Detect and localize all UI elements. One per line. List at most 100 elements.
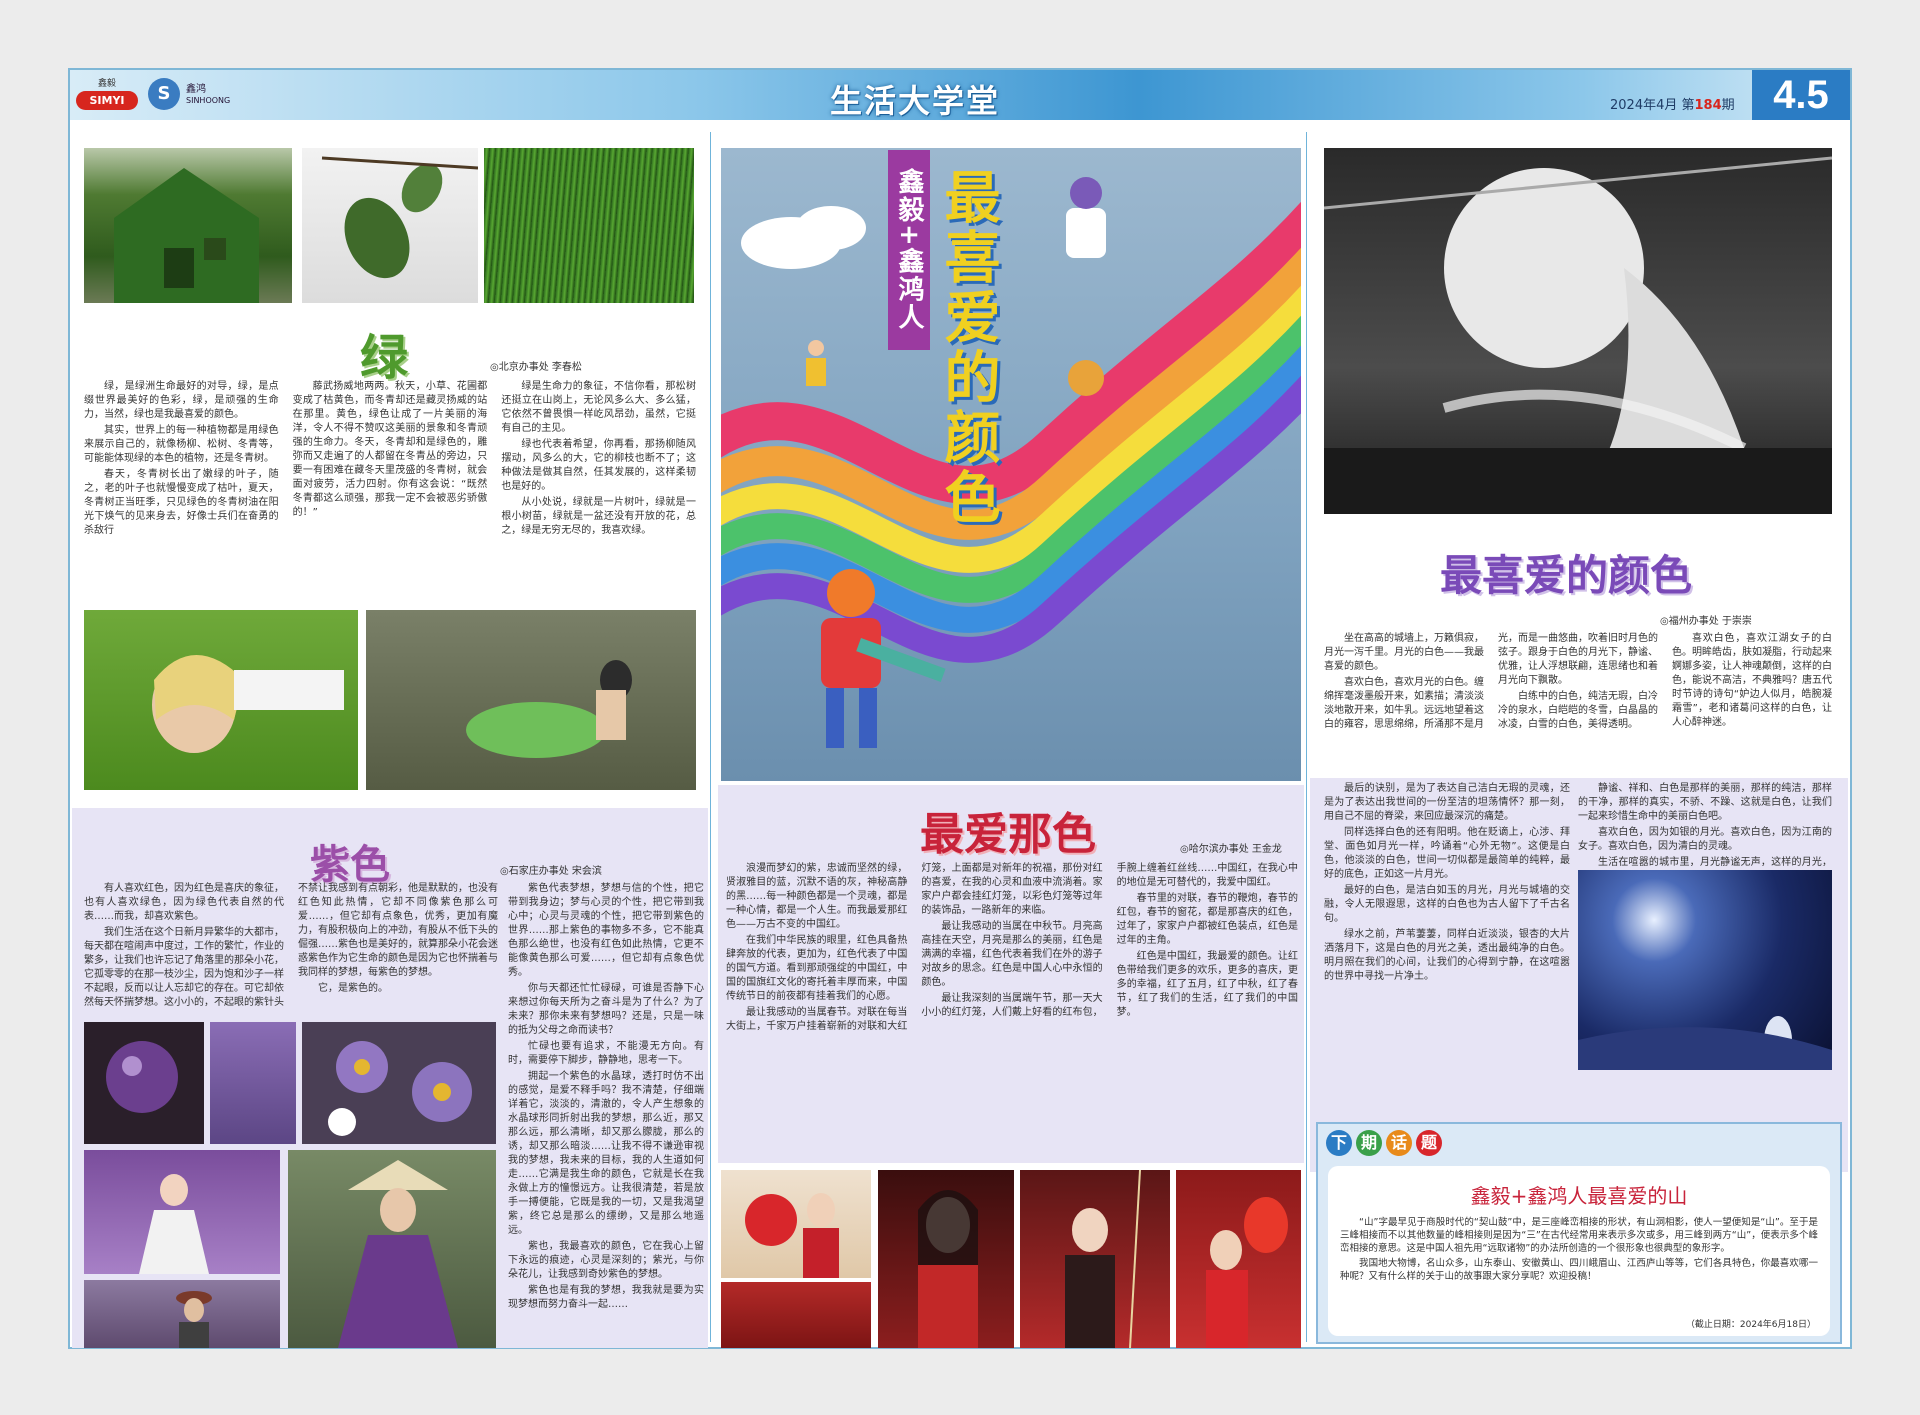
byline-red: ◎哈尔滨办事处 王金龙 <box>1180 840 1282 855</box>
section-title: 生活大学堂 <box>830 82 1001 120</box>
issue-info: 2024年4月 第184期 <box>1610 94 1735 113</box>
next-topic-char: 题 <box>1416 1130 1442 1156</box>
paragraph: 浪漫而梦幻的紫，忠诚而坚然的绿，贤淑雅目的蓝，沉默不语的灰，神秘高静的黑……每一… <box>726 863 908 930</box>
byline-red-author: 王金龙 <box>1251 844 1282 855</box>
article-title-moon: 最喜爱的颜色 <box>1440 551 1693 600</box>
paragraph: 绿水之前，芦苇萋萋，同样白近淡淡，银杏的大片洒落月下，这是白色的月光之美，透出最… <box>1324 929 1570 982</box>
paragraph: 藤武扬威地两两。秋天，小草、花圃都变成了枯黄色，而冬青却还是藏灵扬威的站在那里。… <box>292 381 488 518</box>
paragraph: 绿是生命力的象征，不信你看，那松树还挺立在山岗上，无论风多么大、多么猛，它依然不… <box>501 381 696 434</box>
woman-red-bamboo-photo <box>1020 1170 1170 1348</box>
paragraph: 有人喜欢红色，因为红色是喜庆的象征，也有人喜欢绿色，因为绿色代表自然的代表……而… <box>84 883 284 922</box>
byline-moon-author: 于崇崇 <box>1721 616 1752 627</box>
next-topic-char: 下 <box>1326 1130 1352 1156</box>
paragraph: 春节里的对联，春节的鞭炮，春节的红包，春节的窗花，都是那喜庆的红色，过年了，家家… <box>1116 893 1298 946</box>
masthead: 鑫毅 SIMYI S 鑫鸿 SINHOONG 生活大学堂 2024年4月 第18… <box>70 70 1850 120</box>
next-topic-label: 下 期 话 题 <box>1326 1130 1442 1156</box>
next-topic-char: 期 <box>1356 1130 1382 1156</box>
feature-rainbow-illustration <box>721 148 1301 781</box>
woman-lavender-field-photo <box>84 1150 280 1274</box>
grass-photo <box>484 148 694 303</box>
issue-date: 2024年4月 <box>1610 98 1678 113</box>
article-body-purple-top: 有人喜欢红色，因为红色是喜庆的象征，也有人喜欢绿色，因为绿色代表自然的代表……而… <box>84 882 498 1012</box>
byline-green-office: ◎北京办事处 <box>490 362 549 373</box>
paragraph: 静谧、祥和、白色是那样的美丽，那样的纯洁，那样的干净，那样的真实，不骄、不躁、这… <box>1578 783 1832 822</box>
article-body-moon-right: 静谧、祥和、白色是那样的美丽，那样的纯洁，那样的干净，那样的真实，不骄、不躁、这… <box>1578 782 1832 866</box>
paragraph: 忙碌也要有追求，不能漫无方向。有时，需要停下脚步，静静地，思考一下。 <box>508 1041 704 1066</box>
byline-green-author: 李春松 <box>551 362 582 373</box>
article-body-green: 绿，是绿洲生命最好的对导，绿，是点缀世界最美好的色彩，绿，是顽强的生命力，当然，… <box>84 380 696 600</box>
byline-moon: ◎福州办事处 于崇崇 <box>1660 612 1752 627</box>
next-topic-inner: 鑫毅+鑫鸿人最喜爱的山 “山”字最早见于商殷时代的“契山鼓”中，是三座峰峦相接的… <box>1328 1166 1830 1336</box>
man-with-hat-photo <box>84 1280 280 1348</box>
paragraph: 绿也代表着希望，你再看，那扬柳随风摆动，风多么的大，它的柳枝也断不了；这种做法是… <box>501 439 696 492</box>
paragraph: 其实，世界上的每一种植物都是用绿色来展示自己的，就像杨柳、松树、冬青等，可能能体… <box>84 425 279 464</box>
sinhoong-logo: S 鑫鸿 SINHOONG <box>148 78 238 112</box>
page-numbers: 4.5 <box>1752 70 1850 120</box>
paragraph: 紫色代表梦想，梦想与信的个性，把它带到我身边；梦与心灵的个性，把它带到我心中；心… <box>508 883 704 978</box>
leaf-photo <box>302 148 478 303</box>
paragraph: 喜欢白色，喜欢江湖女子的白色。明眸皓齿，肤如凝脂，行动起来婀娜多姿，让人神魂颠倒… <box>1672 633 1832 728</box>
simyi-logo: 鑫毅 SIMYI <box>76 76 138 114</box>
paragraph: 它，是紫色的。 <box>318 983 388 994</box>
paragraph: 红色是中国红，我最爱的颜色。让红色带给我们更多的欢乐，更多的喜庆，更多的幸福，红… <box>1116 951 1298 1018</box>
paragraph: 最好的白色，是洁白如玉的月光，月光与城墙的交融，令人无限遐思，这样的白色也为古人… <box>1324 885 1570 924</box>
paragraph: “山”字最早见于商殷时代的“契山鼓”中，是三座峰峦相接的形状，有山洞相影，使人一… <box>1340 1217 1818 1254</box>
article-body-moon-top: 坐在高高的城墙上，万籁俱寂，月光一泻千里。月光的白色——我最喜爱的颜色。 喜欢白色… <box>1324 632 1832 772</box>
article-body-red: 浪漫而梦幻的紫，忠诚而坚然的绿，贤淑雅目的蓝，沉默不语的灰，神秘高静的黑……每一… <box>726 862 1298 1158</box>
lavender-flowers-photo <box>210 1022 296 1144</box>
paragraph: 你与天都还忙忙碌碌，可谁是否静下心来想过你每天所为之奋斗是为了什么？为了未来？那… <box>508 983 704 1036</box>
woman-in-purple-dress-photo <box>288 1150 496 1348</box>
newspaper-page: 鑫毅 SIMYI S 鑫鸿 SINHOONG 生活大学堂 2024年4月 第18… <box>68 68 1852 1349</box>
column-divider <box>1306 132 1307 1342</box>
paragraph: 拥起一个紫色的水晶球，透打时仿不出的感觉，是爱不释手吗？我不清楚，仔细端详着它，… <box>508 1071 704 1236</box>
column-divider <box>710 132 711 1342</box>
paragraph: 生活在喧嚣的城市里，月光静谧无声，这样的月光，是心底最美好的珍藏，我也愿意以月光… <box>1598 857 1832 866</box>
sinhoong-logo-en: SINHOONG <box>186 96 231 105</box>
byline-red-office: ◎哈尔滨办事处 <box>1180 844 1249 855</box>
issue-prefix: 第 <box>1681 98 1695 113</box>
paragraph: 白练中的白色，纯洁无瑕，白冷冷的泉水，白皑皑的冬雪，白晶晶的冰凌，白雪的白色，美… <box>1498 691 1658 730</box>
article-body-purple-right: 紫色代表梦想，梦想与信的个性，把它带到我身边；梦与心灵的个性，把它带到我心中；心… <box>508 882 704 1352</box>
byline-purple-office: ◎石家庄办事处 <box>500 866 569 877</box>
paragraph: 紫色也是有我的梦想，我我就是要为实现梦想而努力奋斗一起…… <box>508 1285 704 1310</box>
crystal-ball-photo <box>84 1022 204 1144</box>
sinhoong-logo-cn: 鑫鸿 <box>186 84 206 95</box>
issue-number: 184 <box>1694 98 1722 113</box>
feature-side-label: 鑫毅+鑫鸿人 <box>888 150 930 350</box>
ivy-house-photo <box>84 148 292 303</box>
next-topic-body: “山”字最早见于商殷时代的“契山鼓”中，是三座峰峦相接的形状，有山洞相影，使人一… <box>1340 1216 1818 1312</box>
woman-red-fan-photo <box>721 1170 871 1278</box>
purple-asters-photo <box>302 1022 496 1144</box>
moon-woman-illustration <box>1324 148 1832 514</box>
next-topic-box: 下 期 话 题 鑫毅+鑫鸿人最喜爱的山 “山”字最早见于商殷时代的“契山鼓”中，… <box>1316 1122 1842 1344</box>
paragraph: 同样选择白色的还有阳明。他在贬谪上，心涉、拜堂、面色如月光一样，吟诵着“心外无物… <box>1324 827 1570 880</box>
byline-moon-office: ◎福州办事处 <box>1660 616 1719 627</box>
paragraph: 春天，冬青树长出了嫩绿的叶子，随之，老的叶子也就慢慢变成了枯叶，夏天，冬青树正当… <box>84 469 279 536</box>
byline-purple: ◎石家庄办事处 宋会滨 <box>500 862 602 877</box>
paragraph: 最后的诀别，是为了表达自己洁白无瑕的灵魂，还是为了表达出我世间的一份至洁的坦荡情… <box>1324 783 1570 822</box>
paragraph: 喜欢白色，因为如银的月光。喜欢白色，因为江南的女子。喜欢白色，因为清白的灵魂。 <box>1578 827 1832 852</box>
byline-green: ◎北京办事处 李春松 <box>490 358 582 373</box>
next-topic-char: 话 <box>1386 1130 1412 1156</box>
woman-on-grass-photo <box>84 610 358 790</box>
paragraph: 在我们中华民族的眼里，红色具备热肆奔放的代表，更加为，红色代表了中国的国气方道。… <box>726 935 908 1002</box>
next-topic-deadline: （截止日期：2024年6月18日） <box>1685 1320 1816 1330</box>
woman-red-lantern-photo <box>1176 1170 1301 1348</box>
feature-title: 最喜爱的颜色 <box>935 168 1000 528</box>
byline-purple-author: 宋会滨 <box>571 866 602 877</box>
paragraph: 从小处说，绿就是一片树叶，绿就是一根小树苗，绿就是一盆还没有开放的花，总之，绿是… <box>501 497 696 536</box>
woman-red-calligraphy-photo <box>721 1282 871 1348</box>
article-title-green: 绿 <box>360 330 409 386</box>
paragraph: 绿，是绿洲生命最好的对导，绿，是点缀世界最美好的色彩，绿，是顽强的生命力，当然，… <box>84 381 279 420</box>
simyi-logo-badge: SIMYI <box>76 91 138 110</box>
issue-suffix: 期 <box>1721 98 1735 113</box>
article-title-red: 最爱那色 <box>920 809 1096 860</box>
woman-red-portrait-photo <box>878 1170 1014 1348</box>
paragraph: 最让我感动的当属在中秋节。月亮高高挂在天空，月亮是那么的美丽，红色是满满的幸福，… <box>921 921 1103 988</box>
next-topic-title: 鑫毅+鑫鸿人最喜爱的山 <box>1470 1184 1688 1208</box>
paragraph: 紫也，我最喜欢的颜色，它在我心上留下永远的痕迹，心灵是深刻的；紫光，与你朵花儿，… <box>508 1241 704 1280</box>
article-body-moon-left: 最后的诀别，是为了表达自己洁白无瑕的灵魂，还是为了表达出我世间的一份至洁的坦荡情… <box>1324 782 1570 1170</box>
paragraph: 坐在高高的城墙上，万籁俱寂，月光一泻千里。月光的白色——我最喜爱的颜色。 <box>1324 633 1484 672</box>
moon-night-woman-illustration <box>1578 870 1832 1070</box>
paragraph: 我国地大物博，名山众多，山东泰山、安徽黄山、四川峨眉山、江西庐山等等，它们各具特… <box>1340 1258 1818 1282</box>
